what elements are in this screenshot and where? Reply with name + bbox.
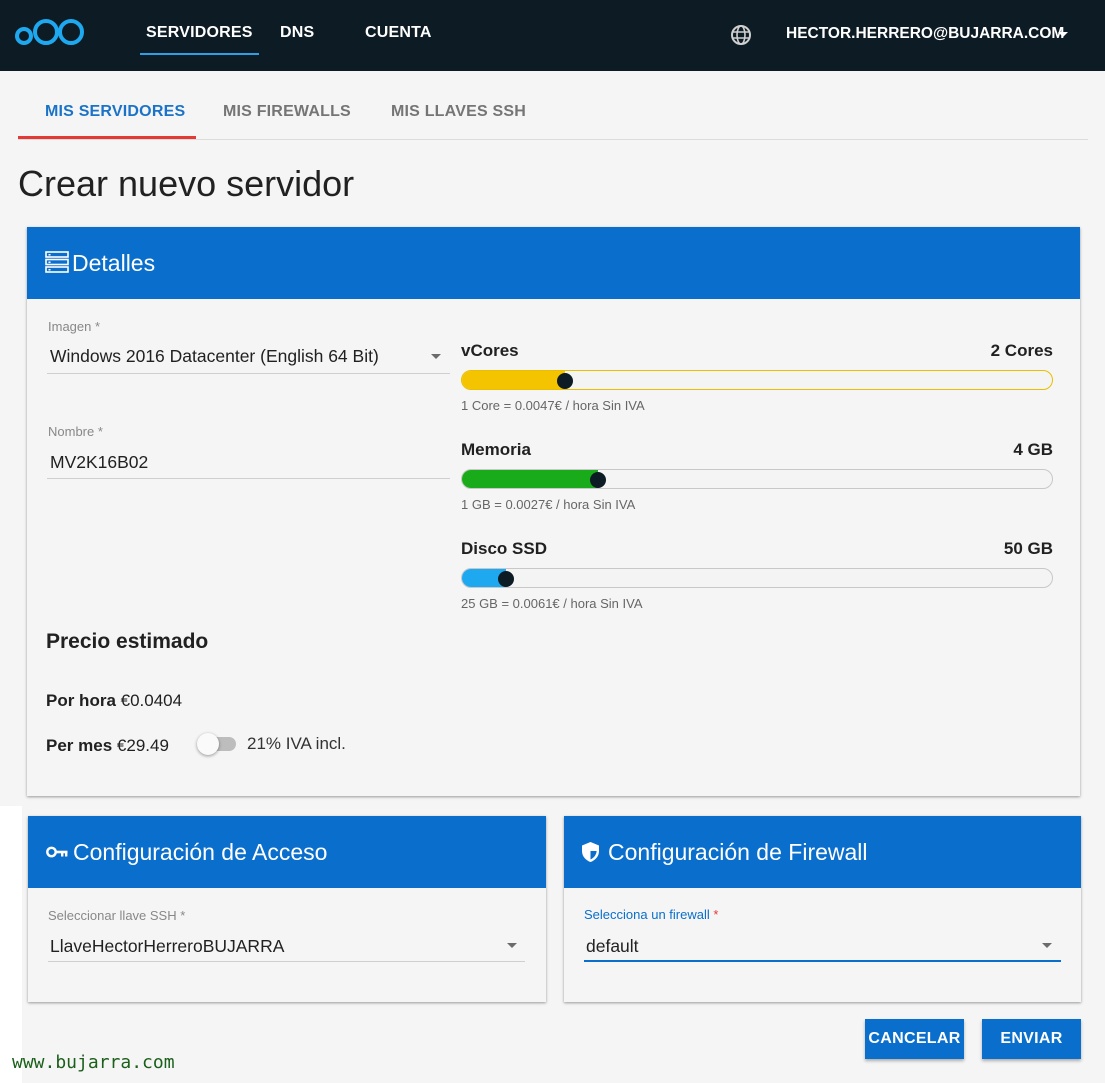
firewall-select[interactable]: default [586, 936, 639, 957]
firewall-underline [584, 960, 1061, 962]
slider-thumb[interactable] [589, 472, 606, 488]
slider-amount: 50 GB [1003, 539, 1053, 558]
shield-icon [582, 842, 599, 862]
name-underline [47, 478, 450, 479]
access-title: Configuración de Acceso [73, 839, 328, 865]
slider-thumb[interactable] [498, 571, 515, 587]
firewall-title: Configuración de Firewall [608, 839, 868, 865]
access-card: Configuración de Acceso Seleccionar llav… [28, 816, 546, 1002]
page-title: Crear nuevo servidor [18, 163, 355, 204]
firewall-label: Selecciona un firewall * [584, 907, 719, 922]
slider-title: vCores [461, 341, 519, 360]
nav-cuenta[interactable]: CUENTA [365, 24, 432, 42]
watermark: www.bujarra.com [12, 1052, 175, 1073]
vat-toggle-label: 21% IVA incl. [247, 734, 346, 753]
cancel-button[interactable]: CANCELAR [865, 1019, 964, 1059]
slider-track[interactable] [461, 469, 1053, 489]
price-per-hour: Por hora €0.0404 [46, 691, 183, 710]
tabs-bar: MIS SERVIDORES MIS FIREWALLS MIS LLAVES … [18, 86, 1088, 140]
slider-amount: 2 Cores [990, 341, 1053, 360]
key-icon [46, 846, 68, 858]
name-label: Nombre * [48, 424, 103, 439]
name-input[interactable]: MV2K16B02 [50, 452, 148, 473]
slider-title: Memoria [461, 440, 531, 459]
top-navbar: SERVIDORES DNS CUENTA HECTOR.HERRERO@BUJ… [0, 0, 1105, 71]
server-icon [45, 251, 69, 273]
firewall-card: Configuración de Firewall Selecciona un … [564, 816, 1081, 1002]
image-underline [47, 373, 450, 374]
active-tab-indicator [18, 136, 196, 139]
slider-fill [462, 371, 566, 389]
firewall-card-header: Configuración de Firewall [564, 816, 1081, 888]
details-title: Detalles [72, 250, 156, 276]
logo-icon[interactable] [13, 12, 87, 48]
ssh-key-underline [48, 961, 525, 962]
slider-price-note: 25 GB = 0.0061€ / hora Sin IVA [461, 596, 643, 611]
ssh-key-select[interactable]: LlaveHectorHerreroBUJARRA [50, 936, 284, 957]
slider-title: Disco SSD [461, 539, 547, 558]
slider-fill [462, 470, 598, 488]
tab-mis-servidores[interactable]: MIS SERVIDORES [45, 103, 185, 121]
slider-amount: 4 GB [1013, 440, 1053, 459]
slider-thumb[interactable] [557, 373, 574, 389]
tab-mis-llaves-ssh[interactable]: MIS LLAVES SSH [391, 103, 526, 121]
chevron-down-icon[interactable] [431, 354, 441, 359]
chevron-down-icon[interactable] [1058, 32, 1068, 37]
access-card-header: Configuración de Acceso [28, 816, 546, 888]
chevron-down-icon[interactable] [1042, 943, 1052, 948]
chevron-down-icon[interactable] [507, 943, 517, 948]
image-label: Imagen * [48, 319, 101, 334]
page-margin [0, 806, 22, 1083]
tab-mis-firewalls[interactable]: MIS FIREWALLS [223, 103, 351, 121]
slider-track[interactable] [461, 568, 1053, 588]
ssh-key-label: Seleccionar llave SSH * [48, 908, 186, 923]
slider-price-note: 1 Core = 0.0047€ / hora Sin IVA [461, 398, 645, 413]
price-title: Precio estimado [46, 630, 209, 653]
image-select[interactable]: Windows 2016 Datacenter (English 64 Bit) [50, 346, 379, 367]
price-per-month: Per mes €29.49 [46, 736, 169, 755]
details-card-header: Detalles [27, 227, 1080, 299]
nav-servidores[interactable]: SERVIDORES [140, 24, 259, 55]
globe-icon[interactable] [730, 24, 752, 46]
nav-dns[interactable]: DNS [280, 24, 314, 42]
submit-button[interactable]: ENVIAR [982, 1019, 1081, 1059]
slider-track[interactable] [461, 370, 1053, 390]
vat-toggle-knob[interactable] [197, 733, 219, 755]
slider-price-note: 1 GB = 0.0027€ / hora Sin IVA [461, 497, 636, 512]
details-card: Detalles Imagen * Windows 2016 Datacente… [27, 227, 1080, 796]
user-menu[interactable]: HECTOR.HERRERO@BUJARRA.COM [786, 25, 1064, 43]
